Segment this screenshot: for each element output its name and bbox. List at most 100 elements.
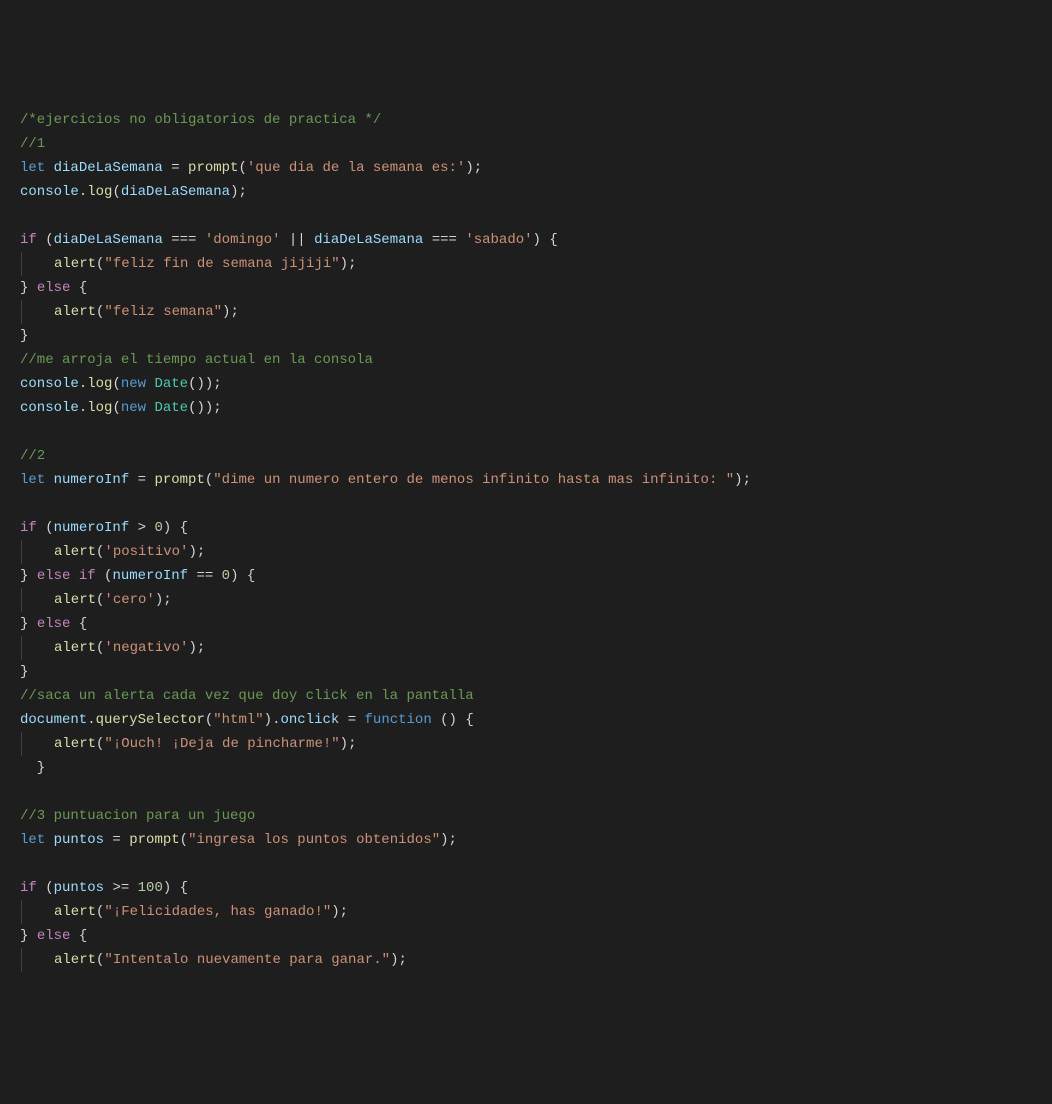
code-line[interactable]: } else { <box>20 924 1032 948</box>
code-token: ) { <box>533 232 558 248</box>
code-line[interactable]: } else { <box>20 276 1032 300</box>
code-token: ) { <box>163 880 188 896</box>
code-token: { <box>70 280 87 296</box>
code-token: "feliz fin de semana jijiji" <box>104 256 339 272</box>
code-line[interactable]: /*ejercicios no obligatorios de practica… <box>20 108 1032 132</box>
code-token: . <box>79 184 87 200</box>
code-line[interactable]: alert("feliz semana"); <box>20 300 1032 324</box>
code-line[interactable]: let puntos = prompt("ingresa los puntos … <box>20 828 1032 852</box>
code-token: diaDeLaSemana <box>54 160 163 176</box>
code-token: === <box>423 232 465 248</box>
code-token: === <box>163 232 205 248</box>
code-token: let <box>20 160 54 176</box>
code-token: ( <box>37 520 54 536</box>
code-token: ( <box>112 400 120 416</box>
code-token: new <box>121 376 155 392</box>
code-line[interactable]: alert("¡Felicidades, has ganado!"); <box>20 900 1032 924</box>
code-token: ); <box>734 472 751 488</box>
code-token: document <box>20 712 87 728</box>
code-token: //2 <box>20 448 45 464</box>
code-line[interactable]: alert('negativo'); <box>20 636 1032 660</box>
code-token: onclick <box>280 712 339 728</box>
code-token: 'negativo' <box>104 640 188 656</box>
code-token: prompt <box>129 832 179 848</box>
code-token: numeroInf <box>54 472 130 488</box>
code-line[interactable] <box>20 780 1032 804</box>
code-token: ); <box>465 160 482 176</box>
code-token: let <box>20 472 54 488</box>
code-token: { <box>70 928 87 944</box>
code-line[interactable]: } else if (numeroInf == 0) { <box>20 564 1032 588</box>
code-token: = <box>104 832 129 848</box>
code-token: () { <box>432 712 474 728</box>
code-line[interactable]: let numeroInf = prompt("dime un numero e… <box>20 468 1032 492</box>
code-token: log <box>87 184 112 200</box>
code-token: 100 <box>138 880 163 896</box>
code-token: if <box>20 880 37 896</box>
code-line[interactable]: alert("feliz fin de semana jijiji"); <box>20 252 1032 276</box>
code-token: ( <box>180 832 188 848</box>
code-line[interactable]: //3 puntuacion para un juego <box>20 804 1032 828</box>
code-token: ( <box>96 952 104 968</box>
code-line[interactable]: //saca un alerta cada vez que doy click … <box>20 684 1032 708</box>
code-line[interactable]: if (numeroInf > 0) { <box>20 516 1032 540</box>
code-token: 'cero' <box>104 592 154 608</box>
code-line[interactable]: //1 <box>20 132 1032 156</box>
code-line[interactable]: console.log(new Date()); <box>20 396 1032 420</box>
code-line[interactable] <box>20 420 1032 444</box>
code-token: "¡Felicidades, has ganado!" <box>104 904 331 920</box>
code-token: alert <box>54 592 96 608</box>
code-token: } <box>20 928 37 944</box>
code-token: ); <box>340 736 357 752</box>
code-token: puntos <box>54 832 104 848</box>
indent-guide <box>21 948 54 972</box>
code-token: Date <box>154 376 188 392</box>
code-line[interactable]: } <box>20 756 1032 780</box>
code-token: ); <box>188 544 205 560</box>
code-editor[interactable]: /*ejercicios no obligatorios de practica… <box>20 108 1032 972</box>
code-token: ( <box>238 160 246 176</box>
code-token: . <box>87 712 95 728</box>
code-line[interactable]: document.querySelector("html").onclick =… <box>20 708 1032 732</box>
indent-guide <box>21 252 54 276</box>
code-line[interactable] <box>20 204 1032 228</box>
code-token: 'que dia de la semana es:' <box>247 160 465 176</box>
code-token: ( <box>112 376 120 392</box>
code-token: alert <box>54 256 96 272</box>
code-token: querySelector <box>96 712 205 728</box>
code-line[interactable]: } <box>20 660 1032 684</box>
code-token: ( <box>112 184 120 200</box>
code-line[interactable]: console.log(diaDeLaSemana); <box>20 180 1032 204</box>
code-line[interactable]: alert("Intentalo nuevamente para ganar."… <box>20 948 1032 972</box>
code-line[interactable] <box>20 852 1032 876</box>
code-line[interactable]: console.log(new Date()); <box>20 372 1032 396</box>
code-line[interactable]: //me arroja el tiempo actual en la conso… <box>20 348 1032 372</box>
code-token: 'domingo' <box>205 232 281 248</box>
code-line[interactable]: if (puntos >= 100) { <box>20 876 1032 900</box>
code-line[interactable]: //2 <box>20 444 1032 468</box>
code-line[interactable]: } <box>20 324 1032 348</box>
code-line[interactable]: alert("¡Ouch! ¡Deja de pincharme!"); <box>20 732 1032 756</box>
code-token: ); <box>155 592 172 608</box>
code-token: let <box>20 832 54 848</box>
code-line[interactable]: let diaDeLaSemana = prompt('que dia de l… <box>20 156 1032 180</box>
code-line[interactable]: } else { <box>20 612 1032 636</box>
code-line[interactable]: if (diaDeLaSemana === 'domingo' || diaDe… <box>20 228 1032 252</box>
code-token: "¡Ouch! ¡Deja de pincharme!" <box>104 736 339 752</box>
code-token: log <box>87 376 112 392</box>
code-token: = <box>163 160 188 176</box>
code-token: numeroInf <box>112 568 188 584</box>
code-token: ); <box>188 640 205 656</box>
code-token: //3 puntuacion para un juego <box>20 808 255 824</box>
code-token: ); <box>222 304 239 320</box>
code-line[interactable] <box>20 492 1032 516</box>
code-line[interactable]: alert('cero'); <box>20 588 1032 612</box>
code-line[interactable]: alert('positivo'); <box>20 540 1032 564</box>
code-token: . <box>79 376 87 392</box>
code-token: ( <box>37 880 54 896</box>
code-token: prompt <box>154 472 204 488</box>
code-token: prompt <box>188 160 238 176</box>
code-token: ( <box>96 904 104 920</box>
code-token: console <box>20 184 79 200</box>
code-token: || <box>280 232 314 248</box>
